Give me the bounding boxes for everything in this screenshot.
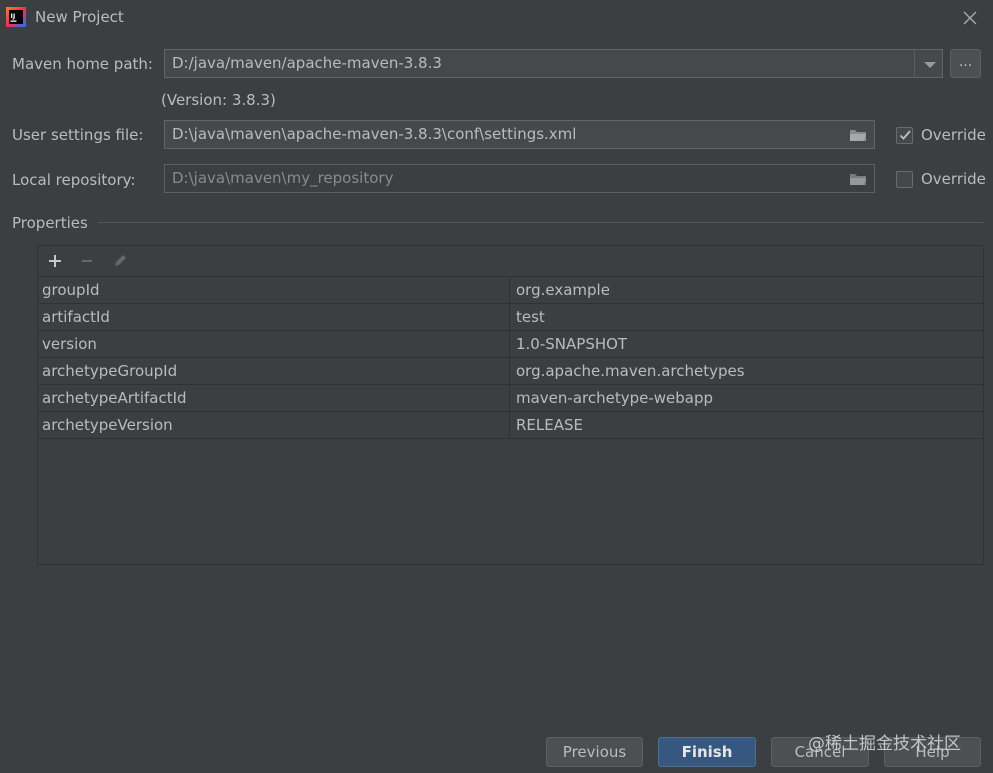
table-row[interactable]: groupId org.example [38,277,983,304]
property-key[interactable]: artifactId [38,304,510,330]
maven-home-browse-button[interactable]: ... [950,49,981,78]
properties-table: groupId org.example artifactId test vers… [38,277,983,439]
add-icon[interactable] [46,252,64,270]
table-row[interactable]: archetypeGroupId org.apache.maven.archet… [38,358,983,385]
local-repository-label: Local repository: [12,171,136,189]
maven-version-text: (Version: 3.8.3) [161,91,276,109]
checkmark-icon [899,130,911,140]
property-value[interactable]: maven-archetype-webapp [511,385,983,411]
remove-icon[interactable] [78,252,96,270]
local-repository-field[interactable]: D:\java\maven\my_repository [164,164,875,193]
svg-text:IJ: IJ [11,12,16,20]
title-bar: IJ New Project [0,0,993,36]
property-key[interactable]: version [38,331,510,357]
property-key[interactable]: archetypeVersion [38,412,510,438]
table-row[interactable]: archetypeVersion RELEASE [38,412,983,439]
watermark: @稀土掘金技术社区 [808,734,961,754]
folder-icon[interactable] [849,172,867,186]
maven-home-combo[interactable]: D:/java/maven/apache-maven-3.8.3 [164,49,915,78]
table-row[interactable]: artifactId test [38,304,983,331]
window-title: New Project [35,8,124,26]
table-row[interactable]: archetypeArtifactId maven-archetype-weba… [38,385,983,412]
local-repository-override-checkbox[interactable] [896,171,913,188]
user-settings-override-checkbox[interactable] [896,127,913,144]
maven-home-dropdown-button[interactable] [914,49,943,78]
property-value[interactable]: 1.0-SNAPSHOT [511,331,983,357]
properties-toolbar [38,246,983,277]
section-divider [98,222,983,223]
maven-home-label: Maven home path: [12,55,153,73]
property-value[interactable]: RELEASE [511,412,983,438]
user-settings-field[interactable]: D:\java\maven\apache-maven-3.8.3\conf\se… [164,120,875,149]
intellij-idea-icon: IJ [6,7,26,27]
properties-title: Properties [12,214,88,232]
user-settings-override-label[interactable]: Override [921,126,986,144]
new-project-dialog: IJ New Project Maven home path: D:/java/… [0,0,993,773]
property-value[interactable]: org.example [511,277,983,303]
edit-icon[interactable] [111,252,129,270]
properties-panel: groupId org.example artifactId test vers… [37,245,984,565]
local-repository-value: D:\java\maven\my_repository [172,169,394,187]
property-key[interactable]: groupId [38,277,510,303]
property-value[interactable]: org.apache.maven.archetypes [511,358,983,384]
close-icon[interactable] [958,6,982,30]
user-settings-label: User settings file: [12,126,144,144]
folder-icon[interactable] [849,128,867,142]
property-value[interactable]: test [511,304,983,330]
table-row[interactable]: version 1.0-SNAPSHOT [38,331,983,358]
finish-button[interactable]: Finish [658,737,756,767]
user-settings-value: D:\java\maven\apache-maven-3.8.3\conf\se… [172,125,577,143]
local-repository-override-label[interactable]: Override [921,170,986,188]
property-key[interactable]: archetypeGroupId [38,358,510,384]
chevron-down-icon [924,62,936,68]
previous-button[interactable]: Previous [546,737,643,767]
property-key[interactable]: archetypeArtifactId [38,385,510,411]
